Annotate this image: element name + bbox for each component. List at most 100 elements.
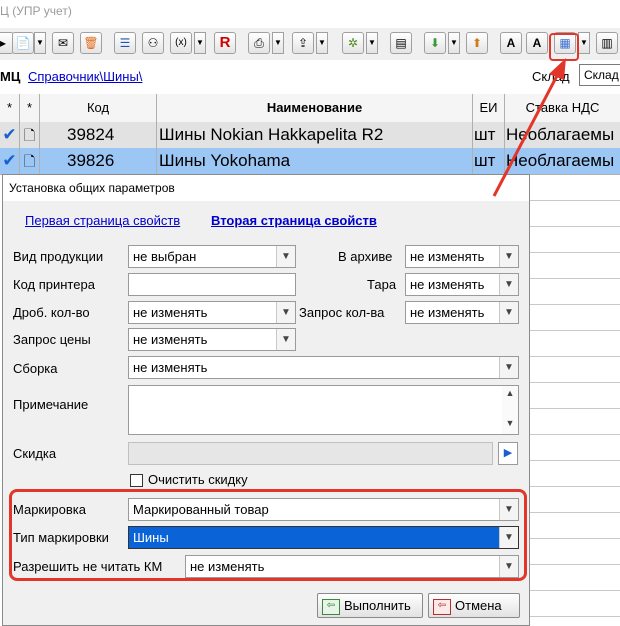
envelope-icon[interactable]: ✉ bbox=[52, 32, 74, 54]
marking-type-label: Тип маркировки bbox=[13, 530, 109, 545]
formula-icon[interactable]: (x) bbox=[170, 32, 192, 54]
product-type-select[interactable]: не выбран ▼ bbox=[128, 245, 296, 268]
ask-price-select[interactable]: не изменять ▼ bbox=[128, 328, 296, 351]
note-scrollbar[interactable]: ▲ ▼ bbox=[502, 386, 518, 434]
fractional-qty-label: Дроб. кол-во bbox=[13, 305, 90, 320]
grid-line bbox=[530, 408, 620, 409]
binoculars-icon[interactable]: ⚇ bbox=[142, 32, 164, 54]
scroll-up-icon[interactable]: ▲ bbox=[502, 388, 518, 398]
chevron-down-icon: ▼ bbox=[276, 329, 295, 350]
table-row[interactable]: ✔ 🗋 39826 Шины Yokohama шт Необлагаемы bbox=[0, 148, 620, 175]
document-icon: 🗋 bbox=[20, 148, 40, 174]
download-icon[interactable]: ⬇ bbox=[424, 32, 446, 54]
grid-line bbox=[530, 512, 620, 513]
chevron-down-icon: ▼ bbox=[499, 357, 518, 378]
warehouse-select[interactable]: Склад bbox=[579, 64, 620, 86]
fractional-qty-value: не изменять bbox=[133, 305, 208, 320]
tara-value: не изменять bbox=[410, 277, 485, 292]
execute-button[interactable]: ⇦ Выполнить bbox=[317, 593, 423, 618]
ask-price-value: не изменять bbox=[133, 332, 208, 347]
row-vat: Необлагаемы bbox=[506, 151, 615, 170]
tools-dropdown-button[interactable]: ▼ bbox=[366, 32, 378, 54]
font-increase-icon[interactable]: A bbox=[526, 32, 548, 54]
scroll-down-icon[interactable]: ▼ bbox=[502, 418, 518, 428]
grid-line bbox=[530, 330, 620, 331]
archive-select[interactable]: не изменять ▼ bbox=[405, 245, 519, 268]
tara-select[interactable]: не изменять ▼ bbox=[405, 273, 519, 296]
chevron-down-icon: ▼ bbox=[499, 556, 518, 577]
row-unit: шт bbox=[473, 122, 505, 148]
chevron-down-icon: ▼ bbox=[499, 274, 518, 295]
grid-line bbox=[530, 252, 620, 253]
fractional-qty-select[interactable]: не изменять ▼ bbox=[128, 301, 296, 324]
download-dropdown-button[interactable]: ▼ bbox=[448, 32, 460, 54]
tab-second-page[interactable]: Вторая страница свойств bbox=[211, 213, 377, 228]
allow-no-km-value: не изменять bbox=[190, 559, 265, 574]
note-field[interactable]: ▲ ▼ bbox=[128, 385, 519, 435]
allow-no-km-select[interactable]: не изменять ▼ bbox=[185, 555, 519, 578]
barcode-icon[interactable]: ▥ bbox=[596, 32, 618, 54]
dialog-title: Установка общих параметров bbox=[3, 175, 529, 201]
printer-icon[interactable]: ⎙ bbox=[248, 32, 270, 54]
chevron-down-icon: ▼ bbox=[499, 302, 518, 323]
title-bar: Ц (УПР учет) bbox=[0, 0, 620, 28]
grid-line bbox=[530, 538, 620, 539]
assembly-select[interactable]: не изменять ▼ bbox=[128, 356, 519, 379]
column-header-unit[interactable]: ЕИ bbox=[473, 94, 505, 122]
column-header-flag[interactable]: * bbox=[20, 94, 40, 122]
grid-line bbox=[530, 278, 620, 279]
clear-discount-label: Очистить скидку bbox=[148, 472, 248, 487]
grid-line bbox=[530, 616, 620, 617]
marking-select[interactable]: Маркированный товар ▼ bbox=[128, 498, 519, 521]
assembly-value: не изменять bbox=[133, 360, 208, 375]
product-type-label: Вид продукции bbox=[13, 249, 104, 264]
discount-picker-button[interactable]: ▶ bbox=[498, 442, 518, 465]
new-document-icon[interactable]: 📄 bbox=[12, 32, 34, 54]
export-dropdown-button[interactable]: ▼ bbox=[316, 32, 328, 54]
marking-type-select[interactable]: Шины ▼ bbox=[128, 526, 519, 549]
cancel-button[interactable]: ⇦ Отмена bbox=[428, 593, 520, 618]
tara-label: Тара bbox=[367, 277, 397, 292]
archive-value: не изменять bbox=[410, 249, 485, 264]
discount-field[interactable] bbox=[128, 442, 493, 465]
grid-settings-icon[interactable]: ▦ bbox=[554, 32, 576, 54]
delete-icon[interactable]: 🗑 bbox=[80, 32, 102, 54]
columns-icon[interactable]: ▤ bbox=[390, 32, 412, 54]
table-row[interactable]: ✔ 🗋 39824 Шины Nokian Hakkapelita R2 шт … bbox=[0, 122, 620, 149]
window-title: Ц (УПР учет) bbox=[0, 4, 72, 18]
grid-line bbox=[530, 434, 620, 435]
printer-code-label: Код принтера bbox=[13, 277, 95, 292]
export-icon[interactable]: ⇪ bbox=[292, 32, 314, 54]
check-icon: ✔ bbox=[0, 122, 20, 148]
tab-first-page[interactable]: Первая страница свойств bbox=[25, 213, 180, 228]
column-header-vat[interactable]: Ставка НДС bbox=[505, 94, 620, 122]
column-header-mark[interactable]: * bbox=[0, 94, 20, 122]
register-icon[interactable]: R bbox=[214, 32, 236, 54]
grid-line bbox=[530, 200, 620, 201]
column-header-code[interactable]: Код bbox=[40, 94, 157, 122]
formula-dropdown-button[interactable]: ▼ bbox=[194, 32, 206, 54]
breadcrumb-bar: МЦ Справочник\Шины\ Склад bbox=[0, 60, 620, 94]
row-name: Шины Nokian Hakkapelita R2 bbox=[157, 122, 473, 148]
clear-discount-checkbox[interactable] bbox=[130, 474, 143, 487]
new-dropdown-button[interactable]: ▼ bbox=[34, 32, 46, 54]
note-label: Примечание bbox=[13, 397, 89, 412]
tools-icon[interactable]: ✲ bbox=[342, 32, 364, 54]
font-decrease-icon[interactable]: A bbox=[500, 32, 522, 54]
marking-type-value: Шины bbox=[133, 530, 169, 545]
column-header-name[interactable]: Наименование bbox=[157, 94, 473, 122]
ask-qty-label: Запрос кол-ва bbox=[299, 305, 385, 320]
grid-line bbox=[530, 460, 620, 461]
printer-dropdown-button[interactable]: ▼ bbox=[272, 32, 284, 54]
printer-code-field[interactable] bbox=[128, 273, 296, 296]
ask-qty-select[interactable]: не изменять ▼ bbox=[405, 301, 519, 324]
cancel-icon: ⇦ bbox=[433, 598, 451, 615]
ask-qty-value: не изменять bbox=[410, 305, 485, 320]
list-view-icon[interactable]: ☰ bbox=[114, 32, 136, 54]
settings-dialog: Установка общих параметров Первая страни… bbox=[2, 174, 530, 626]
breadcrumb[interactable]: Справочник\Шины\ bbox=[28, 69, 142, 84]
execute-icon: ⇦ bbox=[322, 598, 340, 615]
ask-price-label: Запрос цены bbox=[13, 332, 91, 347]
grid-settings-dropdown-button[interactable]: ▼ bbox=[578, 32, 590, 54]
upload-icon[interactable]: ⬆ bbox=[466, 32, 488, 54]
